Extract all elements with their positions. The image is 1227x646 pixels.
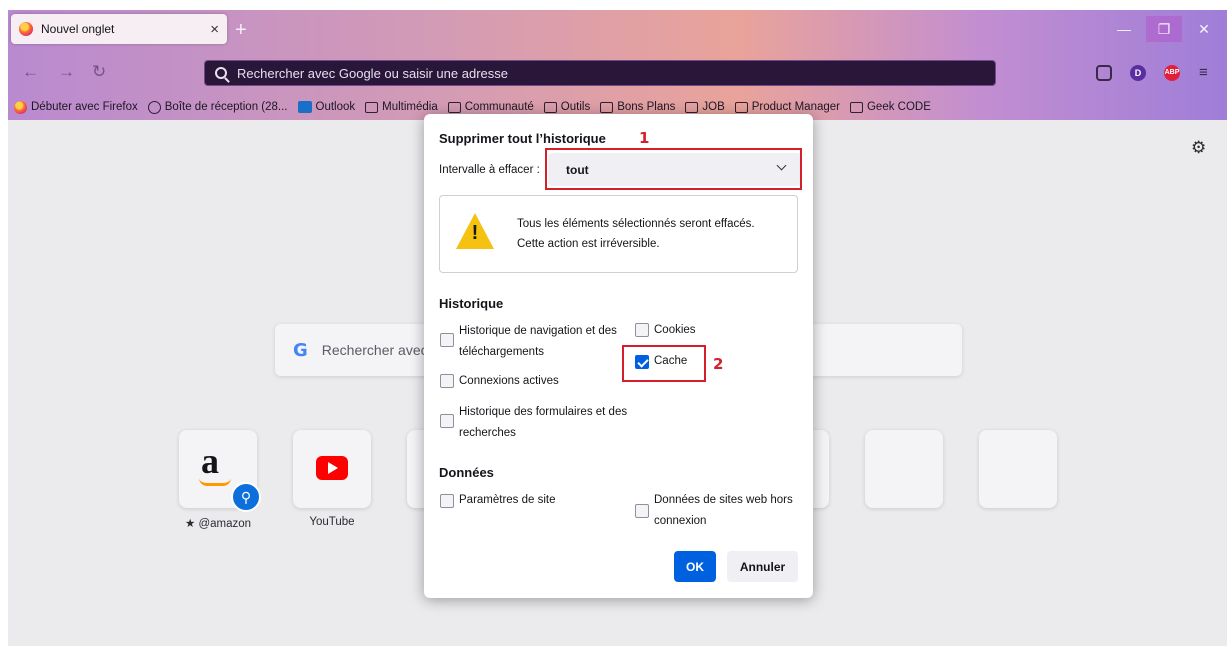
warning-exclamation: !	[471, 222, 479, 244]
youtube-icon	[316, 456, 348, 480]
shortcut-tile-empty[interactable]	[979, 430, 1057, 508]
gear-icon[interactable]: ⚙	[1191, 138, 1206, 158]
hamburger-menu-icon[interactable]: ≡	[1199, 64, 1208, 81]
form-history-checkbox[interactable]	[440, 414, 454, 428]
warning-box: ! Tous les éléments sélectionnés seront …	[439, 195, 798, 273]
dialog-title: Supprimer tout l’historique	[439, 131, 606, 146]
amazon-smile-icon	[199, 478, 231, 486]
pocket-icon[interactable]	[1096, 65, 1112, 81]
bookmark-folder[interactable]: Product Manager	[734, 101, 840, 113]
shortcut-tile-amazon[interactable]: a ⚲	[179, 430, 261, 512]
firefox-icon	[19, 22, 33, 36]
checkbox-label: Cookies	[654, 324, 696, 336]
clear-history-dialog: Supprimer tout l’historique 1 Intervalle…	[424, 114, 813, 598]
checkbox-label: Connexions actives	[459, 375, 559, 387]
google-icon: G	[293, 339, 308, 361]
cancel-button[interactable]: Annuler	[727, 551, 798, 582]
browsing-history-checkbox[interactable]	[440, 333, 454, 347]
nav-toolbar: ← → ↻ Rechercher avec Google ou saisir u…	[8, 52, 1227, 94]
close-window-icon[interactable]: ✕	[1186, 16, 1222, 42]
tab-bar: Nouvel onglet × + — ❐ ✕	[8, 10, 1227, 52]
url-bar[interactable]: Rechercher avec Google ou saisir une adr…	[204, 60, 996, 86]
amazon-logo-icon: a	[201, 441, 219, 481]
annotation-number: 2	[713, 355, 724, 373]
cookies-checkbox[interactable]	[635, 323, 649, 337]
checkbox-label: Paramètres de site	[459, 494, 556, 506]
annotation-highlight-box	[622, 345, 706, 382]
url-placeholder: Rechercher avec Google ou saisir une adr…	[237, 65, 508, 81]
checkbox-label: Historique des formulaires et des	[459, 406, 628, 418]
browser-chrome: Nouvel onglet × + — ❐ ✕ ← → ↻ Rechercher…	[8, 10, 1227, 120]
warning-text: Tous les éléments sélectionnés seront ef…	[517, 218, 755, 230]
tab-close-icon[interactable]: ×	[210, 21, 219, 38]
shortcut-label: ★ @amazon	[184, 518, 252, 530]
warning-text: Cette action est irréversible.	[517, 238, 660, 250]
folder-icon	[600, 101, 614, 113]
checkbox-label: téléchargements	[459, 346, 545, 358]
checkbox-label: Données de sites web hors	[654, 494, 793, 506]
data-heading: Données	[439, 465, 494, 480]
shortcut-tile-empty[interactable]	[865, 430, 943, 508]
reload-icon[interactable]: ↻	[92, 62, 106, 82]
search-badge-icon: ⚲	[231, 482, 261, 512]
outlook-icon	[297, 101, 312, 113]
bookmark-folder[interactable]: Multimédia	[365, 101, 438, 113]
folder-icon	[734, 101, 748, 113]
maximize-icon[interactable]: ❐	[1146, 16, 1182, 42]
bookmark-folder[interactable]: Outils	[543, 101, 590, 113]
back-icon[interactable]: ←	[22, 62, 39, 82]
bookmark-folder[interactable]: Geek CODE	[849, 101, 931, 113]
bookmark-folder[interactable]: Bons Plans	[600, 101, 675, 113]
history-heading: Historique	[439, 296, 504, 311]
active-logins-checkbox[interactable]	[440, 374, 454, 388]
ok-button[interactable]: OK	[674, 551, 716, 582]
shortcut-tile-youtube[interactable]	[293, 430, 371, 508]
bookmark-folder[interactable]: Communauté	[447, 101, 534, 113]
shortcut-label: YouTube	[309, 516, 355, 528]
account-avatar[interactable]: D	[1130, 65, 1146, 81]
range-label: Intervalle à effacer :	[439, 164, 540, 176]
folder-icon	[849, 101, 863, 113]
globe-icon	[147, 100, 161, 114]
forward-icon[interactable]: →	[58, 62, 75, 82]
newtab-search-placeholder: Rechercher avec	[321, 342, 428, 358]
firefox-icon	[14, 100, 27, 114]
checkbox-label: Historique de navigation et des	[459, 325, 617, 337]
adblock-icon[interactable]: ABP	[1164, 65, 1180, 81]
checkbox-label: recherches	[459, 427, 516, 439]
folder-icon	[447, 101, 461, 113]
bookmark-item[interactable]: Boîte de réception (28...	[147, 100, 288, 114]
new-tab-button[interactable]: +	[235, 20, 247, 40]
folder-icon	[365, 101, 379, 113]
checkbox-label: connexion	[654, 515, 707, 527]
bookmark-item[interactable]: Débuter avec Firefox	[14, 100, 138, 114]
annotation-highlight-box	[545, 148, 802, 190]
search-icon	[215, 67, 227, 79]
bookmark-item[interactable]: Outlook	[297, 101, 355, 113]
annotation-number: 1	[639, 129, 650, 147]
tab-new-tab[interactable]: Nouvel onglet ×	[11, 14, 227, 44]
site-settings-checkbox[interactable]	[440, 494, 454, 508]
minimize-icon[interactable]: —	[1106, 16, 1142, 42]
offline-data-checkbox[interactable]	[635, 504, 649, 518]
tab-title: Nouvel onglet	[41, 22, 115, 36]
folder-icon	[685, 101, 699, 113]
folder-icon	[543, 101, 557, 113]
bookmark-folder[interactable]: JOB	[685, 101, 725, 113]
